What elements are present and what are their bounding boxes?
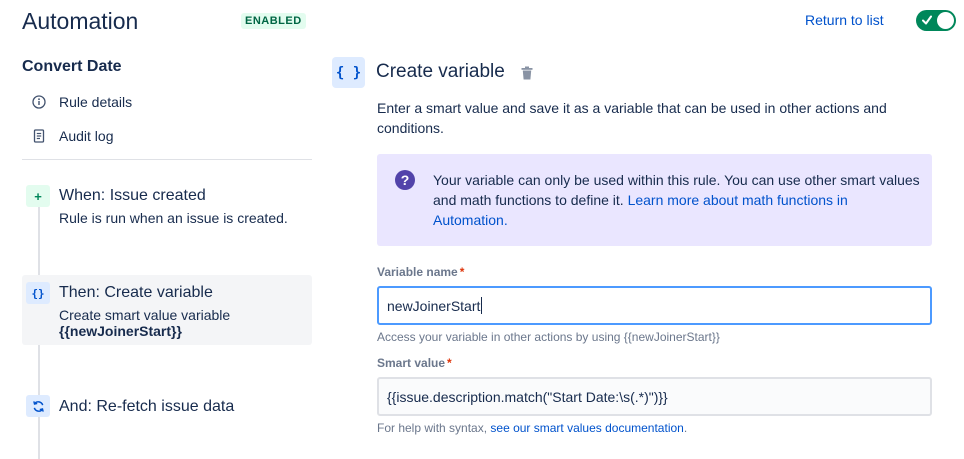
step-subtitle: Rule is run when an issue is created. — [59, 210, 288, 226]
status-badge: ENABLED — [241, 13, 306, 29]
toggle-knob — [937, 12, 954, 29]
variable-name-label: Variable name * — [377, 265, 465, 279]
braces-icon: { } — [332, 57, 365, 88]
rule-step-refetch[interactable]: And: Re-fetch issue data — [22, 392, 312, 422]
smart-values-docs-link[interactable]: see our smart values documentation — [490, 421, 683, 435]
sidebar-item-label: Audit log — [59, 128, 114, 144]
variable-name-input[interactable]: newJoinerStart — [377, 286, 932, 325]
text-caret — [481, 297, 483, 314]
info-panel: ? Your variable can only be used within … — [377, 154, 932, 246]
variable-name-helper: Access your variable in other actions by… — [377, 330, 720, 344]
sidebar-item-label: Rule details — [59, 94, 133, 110]
step-subtitle: Create smart value variable — [59, 307, 231, 323]
component-description: Enter a smart value and save it as a var… — [377, 100, 887, 136]
step-subtitle-variable: {{newJoinerStart}} — [59, 323, 182, 339]
rule-step-create-variable[interactable]: {} Then: Create variable Create smart va… — [22, 275, 312, 345]
braces-icon: {} — [26, 282, 50, 304]
sidebar-divider — [22, 159, 312, 160]
component-title: Create variable — [376, 61, 505, 82]
info-text: Your variable can only be used within th… — [433, 172, 920, 228]
rule-name: Convert Date — [22, 58, 122, 75]
smart-value-helper: For help with syntax, see our smart valu… — [377, 421, 688, 435]
page-title: Automation — [22, 8, 139, 34]
step-title: When: Issue created — [59, 187, 206, 204]
plus-icon: + — [26, 185, 50, 207]
trash-icon[interactable] — [520, 65, 534, 81]
return-to-list-link[interactable]: Return to list — [805, 12, 884, 28]
smart-value-input[interactable]: {{issue.description.match("Start Date:\s… — [377, 377, 932, 416]
step-title: Then: Create variable — [59, 284, 213, 301]
document-icon — [30, 127, 48, 145]
step-title: And: Re-fetch issue data — [59, 398, 235, 415]
check-icon — [922, 15, 932, 25]
sidebar-item-rule-details[interactable]: Rule details — [30, 92, 132, 112]
smart-value-label: Smart value * — [377, 356, 452, 370]
question-icon: ? — [395, 170, 415, 190]
rule-enabled-toggle[interactable] — [916, 10, 956, 31]
sidebar-item-audit-log[interactable]: Audit log — [30, 126, 113, 146]
rule-step-trigger[interactable]: + When: Issue created Rule is run when a… — [22, 180, 312, 230]
info-icon — [30, 93, 48, 111]
refresh-icon — [26, 395, 50, 417]
